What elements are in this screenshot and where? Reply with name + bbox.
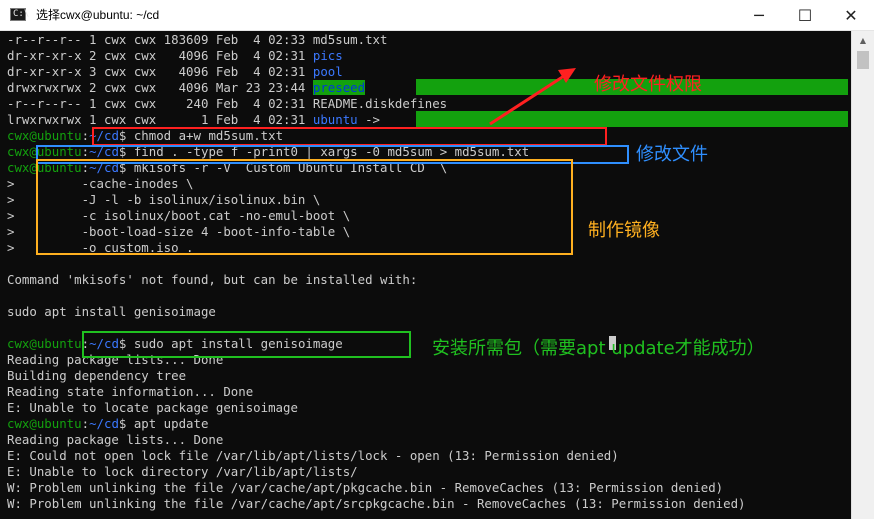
annotation-chmod: 修改文件权限: [594, 74, 702, 95]
line-text: E: Could not open lock file /var/lib/apt…: [7, 448, 619, 463]
prompt-path: ubuntu: [312, 112, 358, 127]
prompt-path: pool: [312, 64, 343, 79]
line-text: W: Problem unlinking the file /var/cache…: [7, 480, 724, 495]
mkisofs-highlight-box: [36, 159, 573, 255]
prompt-user: cwx@ubuntu: [7, 128, 82, 143]
close-button[interactable]: ✕: [828, 0, 874, 30]
line-text: E: Unable to lock directory /var/lib/apt…: [7, 464, 358, 479]
line-text: Reading package lists... Done: [7, 432, 224, 447]
terminal-line: Reading package lists... Done: [7, 432, 223, 448]
vertical-scrollbar[interactable]: ▲: [851, 31, 874, 519]
terminal-line: Building dependency tree: [7, 368, 186, 384]
terminal-line: E: Unable to locate package genisoimage: [7, 400, 298, 416]
prompt-path: ~/cd: [89, 416, 119, 431]
terminal-line: Command 'mkisofs' not found, but can be …: [7, 272, 417, 288]
line-text: ->: [357, 112, 388, 127]
terminal-line: drwxrwxrwx 2 cwx cwx 4096 Mar 23 23:44 p…: [7, 80, 366, 96]
line-text: :: [81, 416, 90, 431]
line-text: sudo apt install genisoimage: [7, 304, 216, 319]
terminal-line: E: Unable to lock directory /var/lib/apt…: [7, 464, 358, 480]
terminal-line: sudo apt install genisoimage: [7, 304, 216, 320]
line-text: dr-xr-xr-x 3 cwx cwx 4096 Feb 4 02:31: [7, 64, 313, 79]
line-text: $ apt update: [118, 416, 209, 431]
annotation-install: 安装所需包（需要apt update才能成功）: [432, 338, 765, 359]
scroll-up-icon[interactable]: ▲: [852, 31, 874, 49]
title-bar: C:\ 选择cwx@ubuntu: ~/cd ─ ☐ ✕: [0, 0, 874, 31]
prompt-path: pics: [312, 48, 343, 63]
terminal-line: E: Could not open lock file /var/lib/apt…: [7, 448, 619, 464]
scrollbar-thumb[interactable]: [857, 51, 869, 69]
terminal-line: W: Problem unlinking the file /var/cache…: [7, 480, 723, 496]
maximize-button[interactable]: ☐: [782, 0, 828, 30]
line-text: -r--r--r-- 1 cwx cwx 240 Feb 4 02:31 REA…: [7, 96, 448, 111]
terminal-line: dr-xr-xr-x 3 cwx cwx 4096 Feb 4 02:31 po…: [7, 64, 343, 80]
prompt-user: cwx@ubuntu: [7, 416, 82, 431]
line-text: lrwxrwxrwx 1 cwx cwx 1 Feb 4 02:31: [7, 112, 313, 127]
terminal-output[interactable]: -r--r--r-- 1 cwx cwx 183609 Feb 4 02:33 …: [0, 31, 851, 519]
window-title: 选择cwx@ubuntu: ~/cd: [36, 8, 160, 22]
line-text: -r--r--r-- 1 cwx cwx 183609 Feb 4 02:33 …: [7, 32, 388, 47]
red-arrow-icon: [489, 68, 576, 126]
terminal-line: -r--r--r-- 1 cwx cwx 240 Feb 4 02:31 REA…: [7, 96, 447, 112]
terminal-line: W: Problem unlinking the file /var/cache…: [7, 496, 746, 512]
terminal-line: cwx@ubuntu:~/cd$ apt update: [7, 416, 208, 432]
terminal-line: lrwxrwxrwx 1 cwx cwx 1 Feb 4 02:31 ubunt…: [7, 112, 387, 128]
annotation-md5: 修改文件: [636, 144, 708, 165]
line-text: Building dependency tree: [7, 368, 187, 383]
install-highlight-box: [82, 331, 411, 358]
line-text: E: Unable to locate package genisoimage: [7, 400, 298, 415]
line-text: preseed: [312, 80, 366, 95]
line-text: dr-xr-xr-x 2 cwx cwx 4096 Feb 4 02:31: [7, 48, 313, 63]
line-text: :: [81, 128, 90, 143]
line-text: drwxrwxrwx 2 cwx cwx 4096 Mar 23 23:44: [7, 80, 313, 95]
terminal-icon: C:\: [10, 8, 29, 21]
annotation-mkiso: 制作镜像: [588, 220, 660, 241]
line-text: W: Problem unlinking the file /var/cache…: [7, 496, 746, 511]
line-text: Reading state information... Done: [7, 384, 254, 399]
prompt-user: cwx@ubuntu: [7, 336, 82, 351]
terminal-line: -r--r--r-- 1 cwx cwx 183609 Feb 4 02:33 …: [7, 32, 387, 48]
line-text: Command 'mkisofs' not found, but can be …: [7, 272, 418, 287]
terminal-line: Reading state information... Done: [7, 384, 253, 400]
terminal-line: dr-xr-xr-x 2 cwx cwx 4096 Feb 4 02:31 pi…: [7, 48, 343, 64]
minimize-button[interactable]: ─: [736, 0, 782, 30]
